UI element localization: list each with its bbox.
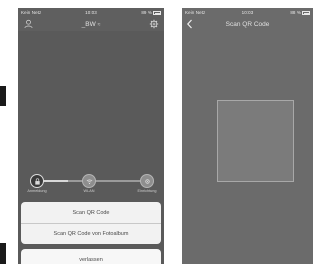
step-setup — [140, 174, 154, 188]
qr-scan-frame — [217, 100, 294, 182]
edge-mark-top — [0, 86, 6, 106]
composite-screenshot: Kein Netz 10:03 89 % _BW ≈ Anmeldung WLA… — [0, 0, 323, 264]
phone-screen-left: Kein Netz 10:03 89 % _BW ≈ Anmeldung WLA… — [18, 8, 164, 264]
battery-indicator: 89 % — [141, 10, 161, 15]
battery-icon — [302, 11, 310, 15]
lock-icon — [34, 177, 40, 185]
nav-bar: _BW ≈ — [18, 17, 164, 31]
scan-qr-code-button[interactable]: Scan QR Code — [21, 202, 161, 223]
gear-icon[interactable] — [149, 19, 159, 29]
scan-qr-from-album-button[interactable]: Scan QR Code von Fotoalbum — [21, 223, 161, 244]
battery-text: 89 % — [141, 10, 152, 15]
phone-screen-right: Kein Netz 10:03 88 % Scan QR Code — [182, 8, 313, 264]
carrier-text: Kein Netz — [185, 10, 206, 15]
nav-bar: Scan QR Code — [182, 17, 313, 31]
cancel-button[interactable]: verlassen — [21, 249, 161, 264]
step-wlan — [82, 174, 96, 188]
status-bar: Kein Netz 10:03 89 % — [18, 8, 164, 17]
battery-text: 88 % — [290, 10, 301, 15]
step-wlan-label: WLAN — [83, 189, 95, 193]
battery-indicator: 88 % — [290, 10, 310, 15]
user-icon[interactable] — [24, 19, 33, 29]
back-chevron-icon[interactable] — [186, 19, 193, 29]
step-setup-label: Einrichtung — [137, 189, 157, 193]
nav-title: _BW ≈ — [81, 20, 101, 28]
gear-small-icon — [144, 178, 150, 184]
carrier-text: Kein Netz — [21, 10, 42, 15]
nav-title: Scan QR Code — [225, 20, 270, 28]
status-bar: Kein Netz 10:03 88 % — [182, 8, 313, 17]
wifi-small-icon: ≈ — [97, 21, 101, 28]
step-login-label: Anmeldung — [27, 189, 47, 193]
battery-icon — [153, 11, 161, 15]
step-login — [30, 174, 44, 188]
wifi-icon — [86, 179, 92, 184]
setup-stepper: Anmeldung WLAN Einrichtung — [27, 174, 157, 196]
edge-mark-bottom — [0, 243, 6, 264]
action-sheet: Scan QR Code Scan QR Code von Fotoalbum — [21, 202, 161, 244]
